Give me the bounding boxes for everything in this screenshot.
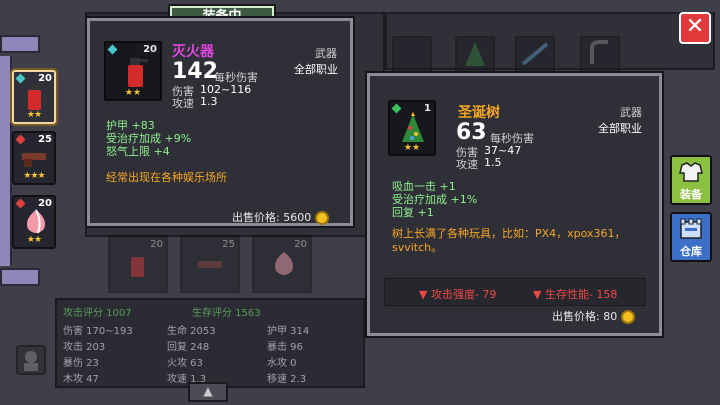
inventory-slot[interactable]: [580, 36, 620, 72]
item-popup-compare: 1 ★★ 圣诞树 63 每秒伤害 伤害 37~47 攻速 1.5 武器 全部职业…: [365, 71, 664, 338]
item-name: 圣诞树: [458, 105, 500, 121]
expand-arrow-button[interactable]: ▲: [188, 382, 228, 402]
stat-cell: 暴击 96: [267, 342, 303, 353]
item-type: 武器: [620, 106, 642, 119]
speed-label: 攻速: [456, 158, 478, 171]
stat-cell: 回复 248: [167, 342, 210, 353]
left-tab-bottom[interactable]: [0, 268, 40, 286]
stat-cell: 暴伤 23: [63, 358, 99, 369]
slot-stars: ★★: [26, 235, 42, 245]
speed-value: 1.5: [484, 156, 502, 169]
stat-cell: 木攻 47: [63, 374, 99, 385]
item-popup-equipped: 20 ★★ 灭火器 142 每秒伤害 伤害 102~116 攻速 1.3 武器 …: [85, 16, 355, 228]
christmas-tree-icon: [402, 112, 424, 142]
christmas-tree-icon: [465, 42, 485, 66]
attack-delta: ▼ 攻击强度- 79: [419, 288, 497, 301]
peach-icon: [275, 252, 293, 275]
price-value: 80: [603, 310, 618, 323]
rarity-gem-icon: [107, 44, 118, 55]
item-icon-box: 20 ★★: [104, 41, 162, 101]
hook-icon: [590, 40, 608, 64]
stat-cell: 护甲 314: [267, 326, 310, 337]
slot-count: 20: [150, 239, 163, 250]
item-class: 全部职业: [294, 63, 338, 76]
price-value: 5600: [283, 211, 312, 224]
inventory-slot[interactable]: [455, 36, 495, 72]
left-slot-extinguisher[interactable]: 20 ★★: [12, 70, 56, 124]
item-count: 20: [143, 44, 157, 55]
coin-icon: [620, 310, 635, 324]
slot-stars: ★★: [26, 110, 42, 120]
price-label: 出售价格:: [232, 211, 280, 224]
bonus-line: 怒气上限 +4: [106, 145, 170, 158]
bottom-slot[interactable]: 20: [108, 235, 168, 293]
sell-price: 出售价格: 80: [552, 308, 635, 324]
left-slot-shotgun[interactable]: 25 ★★★: [12, 131, 56, 185]
slot-count: 25: [222, 239, 235, 250]
inventory-slot[interactable]: [392, 36, 432, 72]
shotgun-icon: [198, 261, 222, 268]
equip-tab-button[interactable]: 装备: [670, 155, 712, 205]
shotgun-icon: [22, 153, 46, 167]
stats-panel: 攻击评分 1007 生存评分 1563 伤害 170~193 生命 2053 护…: [55, 298, 365, 388]
item-icon-box: 1 ★★: [388, 100, 436, 156]
item-class: 全部职业: [598, 122, 642, 135]
speed-value: 1.3: [200, 95, 218, 108]
attack-score: 攻击评分 1007: [63, 308, 132, 319]
rarity-gem-icon: [15, 134, 26, 145]
character-button[interactable]: [16, 345, 46, 375]
survive-score: 生存评分 1563: [192, 308, 261, 319]
left-rail: [0, 56, 12, 266]
warehouse-tab-label: 仓库: [680, 245, 702, 258]
compare-delta-bar: ▼ 攻击强度- 79 ▼ 生存性能- 158: [384, 278, 646, 306]
fire-extinguisher-icon: [28, 84, 45, 110]
armor-icon: [679, 162, 703, 182]
inventory-slot[interactable]: [515, 36, 555, 72]
fire-extinguisher-icon: [131, 257, 144, 277]
warehouse-icon: [680, 218, 702, 239]
bottom-slot[interactable]: 25: [180, 235, 240, 293]
stat-cell: 伤害 170~193: [63, 326, 133, 337]
stat-cell: 移速 2.3: [267, 374, 307, 385]
chevron-up-icon: ▲: [203, 384, 213, 398]
warehouse-tab-button[interactable]: 仓库: [670, 212, 712, 262]
item-name: 灭火器: [172, 44, 214, 60]
character-icon: [24, 351, 38, 371]
stat-cell: 生命 2053: [167, 326, 216, 337]
sell-price: 出售价格: 5600: [232, 209, 329, 225]
item-description: 树上长满了各种玩具，比如：PX4，xpox361，svvitch。: [392, 227, 626, 254]
stat-cell: 水攻 0: [267, 358, 297, 369]
item-stars: ★★: [403, 143, 421, 153]
peach-icon: [27, 209, 45, 234]
item-type: 武器: [315, 47, 337, 60]
survive-delta: ▼ 生存性能- 158: [533, 288, 618, 301]
close-button[interactable]: ✕: [679, 12, 711, 44]
stat-cell: 攻击 203: [63, 342, 106, 353]
item-stars: ★★: [124, 88, 142, 98]
sword-icon: [521, 42, 549, 66]
equip-tab-label: 装备: [680, 188, 702, 201]
fire-extinguisher-icon: [128, 58, 148, 87]
bonus-line: 回复 +1: [392, 206, 434, 219]
item-dps: 142: [172, 59, 218, 84]
speed-label: 攻速: [172, 97, 194, 110]
coin-icon: [314, 211, 329, 225]
left-tab-top[interactable]: [0, 35, 40, 53]
slot-count: 25: [38, 134, 52, 145]
item-dps: 63: [456, 120, 487, 145]
left-slot-peach[interactable]: 20 ★★: [12, 195, 56, 249]
item-description: 经常出现在各种娱乐场所: [106, 171, 227, 184]
slot-stars: ★★★: [23, 171, 45, 181]
stat-cell: 火攻 63: [167, 358, 203, 369]
price-label: 出售价格:: [552, 310, 600, 323]
bottom-slot[interactable]: 20: [252, 235, 312, 293]
